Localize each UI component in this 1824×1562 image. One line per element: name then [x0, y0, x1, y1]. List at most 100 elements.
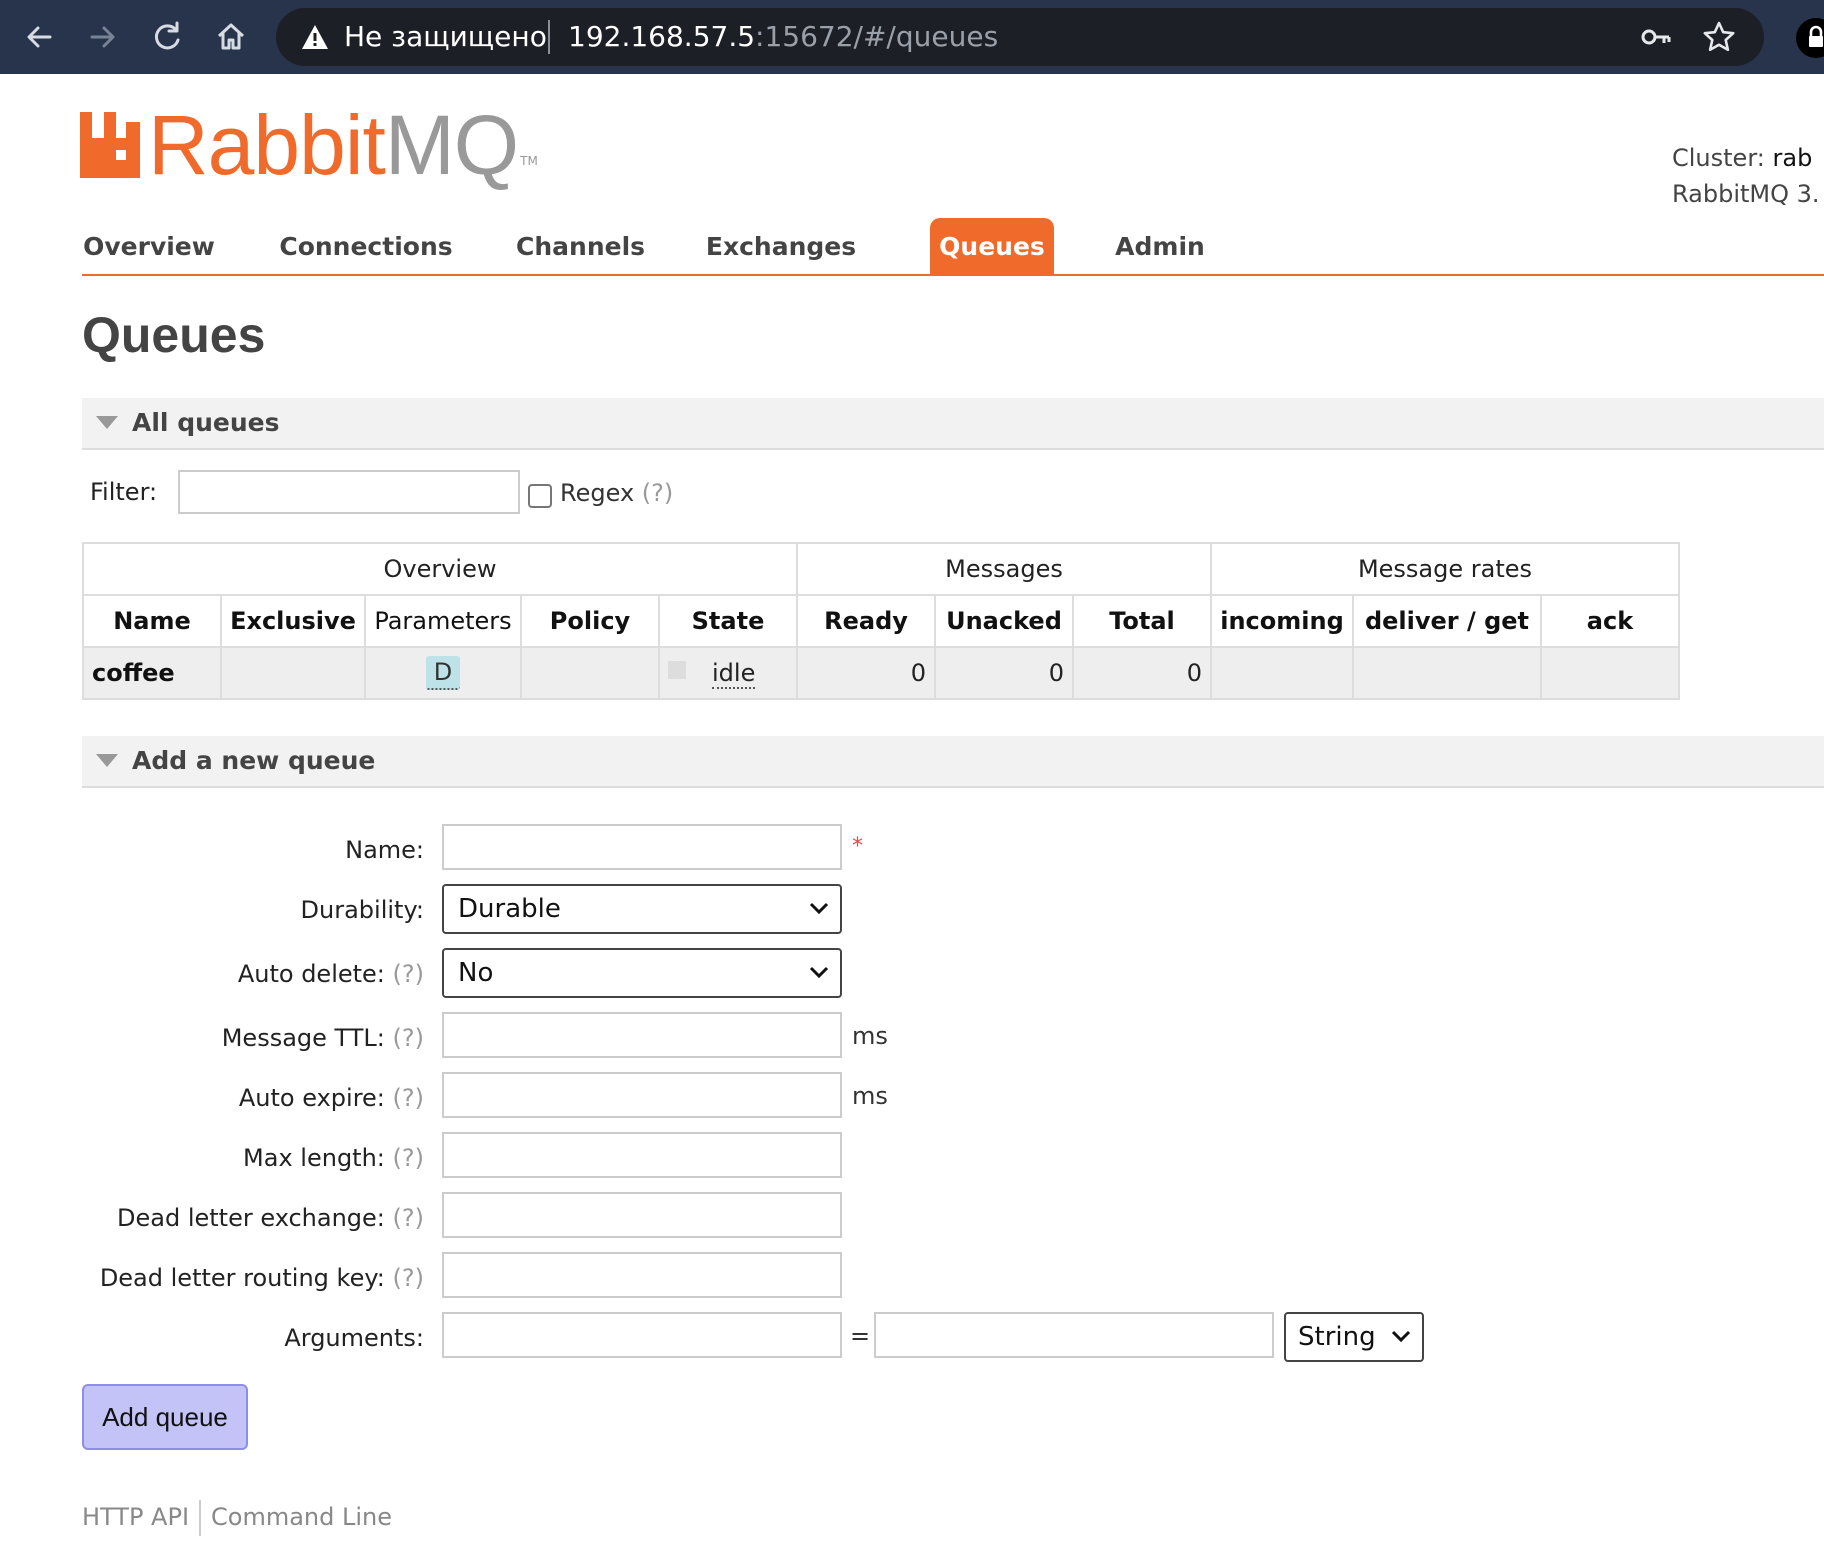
dead-letter-exchange-help-link[interactable]: (?) [393, 1204, 424, 1232]
message-ttl-input[interactable] [442, 1012, 842, 1058]
argument-type-value: String [1298, 1322, 1376, 1352]
message-ttl-help-link[interactable]: (?) [393, 1024, 424, 1052]
collapse-triangle-icon[interactable] [96, 416, 118, 429]
col-name[interactable]: Name [82, 594, 222, 648]
browser-toolbar: Не защищено 192.168.57.5:15672/#/queues [0, 0, 1824, 74]
key-icon[interactable] [1640, 22, 1672, 52]
add-queue-heading: Add a new queue [132, 746, 376, 775]
cell-parameters: D [364, 646, 522, 700]
reload-icon[interactable] [146, 16, 188, 58]
url-host: 192.168.57.5 [568, 20, 756, 53]
dead-letter-routing-key-label: Dead letter routing key: [99, 1264, 385, 1292]
all-queues-header[interactable]: All queues [82, 398, 1824, 450]
cell-deliver-get [1352, 646, 1542, 700]
lock-icon[interactable] [1796, 18, 1824, 58]
queue-name-input[interactable] [442, 824, 842, 870]
col-state[interactable]: State [658, 594, 798, 648]
auto-delete-select[interactable]: No [442, 948, 842, 998]
cluster-label: Cluster: [1672, 144, 1765, 172]
table-column-header-row: Name Exclusive Parameters Policy State R… [82, 594, 1680, 648]
chevron-down-icon [809, 902, 829, 915]
rabbitmq-logo[interactable]: Rabbit MQ TM [80, 98, 538, 192]
message-ttl-unit: ms [852, 1022, 888, 1050]
warning-icon [300, 23, 330, 51]
star-icon[interactable] [1702, 20, 1736, 54]
chevron-down-icon [1391, 1330, 1411, 1343]
tab-connections[interactable]: Connections [278, 218, 454, 274]
state-indicator-icon [668, 661, 686, 679]
cluster-name[interactable]: rab [1773, 144, 1813, 172]
cell-state: idle [658, 646, 798, 700]
regex-label-group: Regex (?) [560, 479, 673, 507]
arguments-label: Arguments: [284, 1324, 424, 1352]
col-exclusive[interactable]: Exclusive [220, 594, 366, 648]
dead-letter-routing-key-help-link[interactable]: (?) [393, 1264, 424, 1292]
filter-input[interactable] [178, 470, 520, 514]
chevron-down-icon [809, 966, 829, 979]
dead-letter-exchange-input[interactable] [442, 1192, 842, 1238]
col-unacked[interactable]: Unacked [934, 594, 1074, 648]
auto-delete-value: No [458, 958, 494, 988]
dead-letter-routing-key-input[interactable] [442, 1252, 842, 1298]
logo-text-mq: MQ [384, 98, 519, 192]
version-text: RabbitMQ 3. [1672, 180, 1820, 208]
auto-expire-input[interactable] [442, 1072, 842, 1118]
security-status[interactable]: Не защищено [344, 20, 547, 53]
forward-icon[interactable] [82, 16, 124, 58]
durability-select[interactable]: Durable [442, 884, 842, 934]
dead-letter-exchange-label-group: Dead letter exchange: (?) [117, 1204, 424, 1232]
tab-admin[interactable]: Admin [1108, 218, 1212, 274]
col-deliver-get[interactable]: deliver / get [1352, 594, 1542, 648]
logo-text-rabbit: Rabbit [148, 98, 386, 192]
message-ttl-label: Message TTL: [221, 1024, 385, 1052]
back-icon[interactable] [18, 16, 60, 58]
url-text[interactable]: 192.168.57.5:15672/#/queues [568, 20, 998, 53]
filter-label: Filter: [90, 478, 158, 506]
argument-type-select[interactable]: String [1284, 1312, 1424, 1362]
auto-delete-help-link[interactable]: (?) [393, 960, 424, 988]
durability-label: Durability: [300, 896, 424, 924]
url-path: :15672/#/queues [755, 20, 999, 53]
max-length-input[interactable] [442, 1132, 842, 1178]
col-total[interactable]: Total [1072, 594, 1212, 648]
argument-key-input[interactable] [442, 1312, 842, 1358]
argument-equals-sign: = [850, 1322, 871, 1350]
queue-name-link[interactable]: coffee [82, 646, 222, 700]
home-icon[interactable] [210, 16, 252, 58]
regex-label[interactable]: Regex [560, 479, 634, 507]
tab-queues[interactable]: Queues [930, 218, 1054, 274]
add-queue-button[interactable]: Add queue [82, 1384, 248, 1450]
durable-badge[interactable]: D [425, 656, 461, 690]
cell-ready: 0 [796, 646, 936, 700]
cell-policy [520, 646, 660, 700]
add-queue-header[interactable]: Add a new queue [82, 736, 1824, 788]
message-ttl-label-group: Message TTL: (?) [222, 1024, 424, 1052]
col-parameters: Parameters [364, 594, 522, 648]
tab-channels[interactable]: Channels [516, 218, 645, 274]
regex-help-link[interactable]: (?) [642, 479, 673, 507]
table-row[interactable]: coffee D idle 0 0 0 [82, 646, 1680, 700]
footer-link-command-line[interactable]: Command Line [211, 1503, 392, 1531]
tab-exchanges[interactable]: Exchanges [704, 218, 858, 274]
regex-checkbox[interactable] [528, 484, 552, 508]
logo-trademark: TM [520, 154, 538, 168]
col-policy[interactable]: Policy [520, 594, 660, 648]
max-length-help-link[interactable]: (?) [393, 1144, 424, 1172]
address-bar[interactable]: Не защищено 192.168.57.5:15672/#/queues [276, 8, 1764, 66]
state-text[interactable]: idle [712, 659, 756, 689]
address-separator [548, 20, 550, 54]
col-ready[interactable]: Ready [796, 594, 936, 648]
cell-ack [1540, 646, 1680, 700]
name-label: Name: [345, 836, 424, 864]
cluster-info: Cluster: rab RabbitMQ 3. [1672, 140, 1820, 212]
auto-expire-help-link[interactable]: (?) [393, 1084, 424, 1112]
argument-value-input[interactable] [874, 1312, 1274, 1358]
required-marker: * [852, 834, 863, 859]
collapse-triangle-icon[interactable] [96, 754, 118, 767]
footer: HTTP API Command Line [82, 1500, 392, 1536]
footer-link-http-api[interactable]: HTTP API [82, 1503, 189, 1531]
col-ack[interactable]: ack [1540, 594, 1680, 648]
tab-overview[interactable]: Overview [82, 218, 216, 274]
col-incoming[interactable]: incoming [1210, 594, 1354, 648]
footer-separator [199, 1500, 202, 1536]
